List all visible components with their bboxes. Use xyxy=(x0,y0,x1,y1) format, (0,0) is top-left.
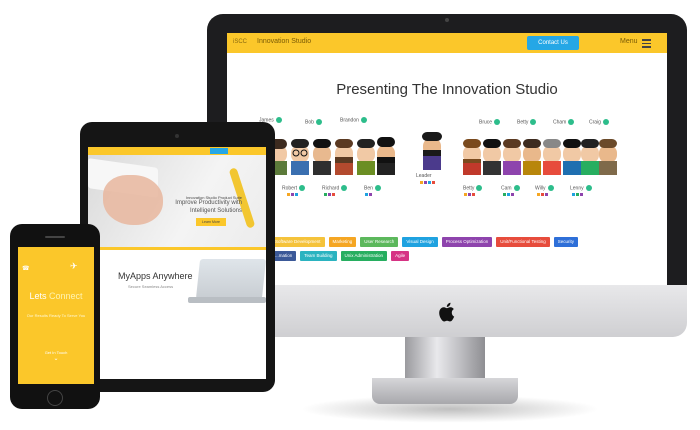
imac-camera xyxy=(445,18,449,22)
team-member-name[interactable]: Lenny xyxy=(570,185,592,191)
team-member-name[interactable]: Robert xyxy=(282,185,306,191)
laptop-image xyxy=(195,259,266,299)
imac-stand-foot xyxy=(372,378,518,404)
skill-dots xyxy=(287,193,298,196)
ipad-screen: Innovation Studio Product Suite Improve … xyxy=(88,147,266,379)
team-member-name[interactable]: Betty xyxy=(517,119,537,125)
ipad-hero-line: Intelligent Solutions xyxy=(189,207,242,214)
ipad-hero-text: Innovation Studio Product Suite Improve … xyxy=(162,195,242,216)
ipad-learn-more-button[interactable]: Learn More xyxy=(196,218,226,226)
ipad-divider xyxy=(88,247,266,250)
ipad-camera xyxy=(175,134,179,138)
site-logo[interactable]: iSCC xyxy=(233,39,247,45)
phone-icon: ☎ xyxy=(22,266,30,272)
skill-tag[interactable]: Marketing xyxy=(328,237,357,247)
ipad-navbar xyxy=(88,147,266,155)
team-member-name[interactable]: Willy xyxy=(535,185,554,191)
imac-screen: iSCC Innovation Studio Contact Us Menu P… xyxy=(227,33,667,285)
phone-title-part2: Connect xyxy=(49,291,83,301)
skill-tag[interactable]: Visual Design xyxy=(402,237,438,247)
apple-logo-icon xyxy=(439,302,455,322)
skill-tag[interactable]: Unix Administration xyxy=(340,251,388,261)
skill-dots xyxy=(365,193,372,196)
skill-dots xyxy=(420,181,435,184)
skill-tag[interactable]: Process Optimization xyxy=(441,237,493,247)
chevron-down-icon: ⌄ xyxy=(53,356,59,362)
phone-title: Lets Connect xyxy=(18,291,94,301)
contact-us-button[interactable]: Contact Us xyxy=(527,36,579,50)
skill-tags-row: ...mation Team Building Unix Administratio… xyxy=(271,251,410,261)
ipad-hero-line: Improve Productivity with xyxy=(175,200,242,207)
skill-tag[interactable]: Security xyxy=(553,237,578,247)
skill-tag[interactable]: User Research xyxy=(360,237,399,247)
ipad-nav-button[interactable] xyxy=(210,148,228,154)
team-member-name[interactable]: Craig xyxy=(589,119,609,125)
skill-dots xyxy=(537,193,548,196)
team-member-name[interactable]: Richard xyxy=(322,185,348,191)
phone-subtitle: Our Results Ready To Serve You xyxy=(26,313,86,318)
hamburger-menu-icon[interactable] xyxy=(642,39,651,48)
skill-dots xyxy=(464,193,475,196)
site-brand[interactable]: Innovation Studio xyxy=(257,38,311,45)
leader-label[interactable]: Leader xyxy=(416,173,432,179)
skill-tag[interactable]: Team Building xyxy=(300,251,337,261)
iphone-speaker xyxy=(45,236,65,238)
skill-tag[interactable]: Unit/Functional Testing xyxy=(496,237,550,247)
skill-tag[interactable]: Agile xyxy=(391,251,410,261)
hand-image xyxy=(103,175,163,225)
skill-dots xyxy=(503,193,514,196)
paper-plane-icon: ✈ xyxy=(70,261,78,271)
phone-title-part1: Lets xyxy=(29,291,47,301)
team-member-name[interactable]: Ben xyxy=(364,185,381,191)
team-left-avatars xyxy=(269,137,395,175)
ipad-section-sub: Secure Seamless Access xyxy=(128,284,174,289)
team-member-name[interactable]: Cam xyxy=(501,185,520,191)
team-member-name[interactable]: Bob xyxy=(305,119,322,125)
team-right-avatars xyxy=(463,139,617,175)
menu-label[interactable]: Menu xyxy=(620,38,638,45)
iphone-home-button[interactable] xyxy=(47,390,63,406)
phone-cta-button[interactable]: Get In Touch ⌄ xyxy=(38,350,74,362)
iphone-screen: ☎ ✈ Lets Connect Our Results Ready To Se… xyxy=(18,247,94,384)
skill-tag[interactable]: Software Development xyxy=(271,237,325,247)
skill-dots xyxy=(324,193,335,196)
leader-avatar xyxy=(422,132,442,170)
imac-stand-neck xyxy=(405,337,485,382)
team-member-name[interactable]: Bruce xyxy=(479,119,501,125)
team-member-name[interactable]: Cham xyxy=(553,119,575,125)
ipad-section-title: MyApps Anywhere xyxy=(118,271,193,281)
team-member-name[interactable]: Brandon xyxy=(340,117,367,123)
skill-dots xyxy=(572,193,583,196)
skill-tags-row: Software Development Marketing User Resear… xyxy=(271,237,578,247)
hero-title: Presenting The Innovation Studio xyxy=(336,81,558,98)
team-member-name[interactable]: Betty xyxy=(463,185,483,191)
site-navbar: iSCC Innovation Studio Contact Us Menu xyxy=(227,33,667,53)
laptop-base xyxy=(188,297,266,303)
